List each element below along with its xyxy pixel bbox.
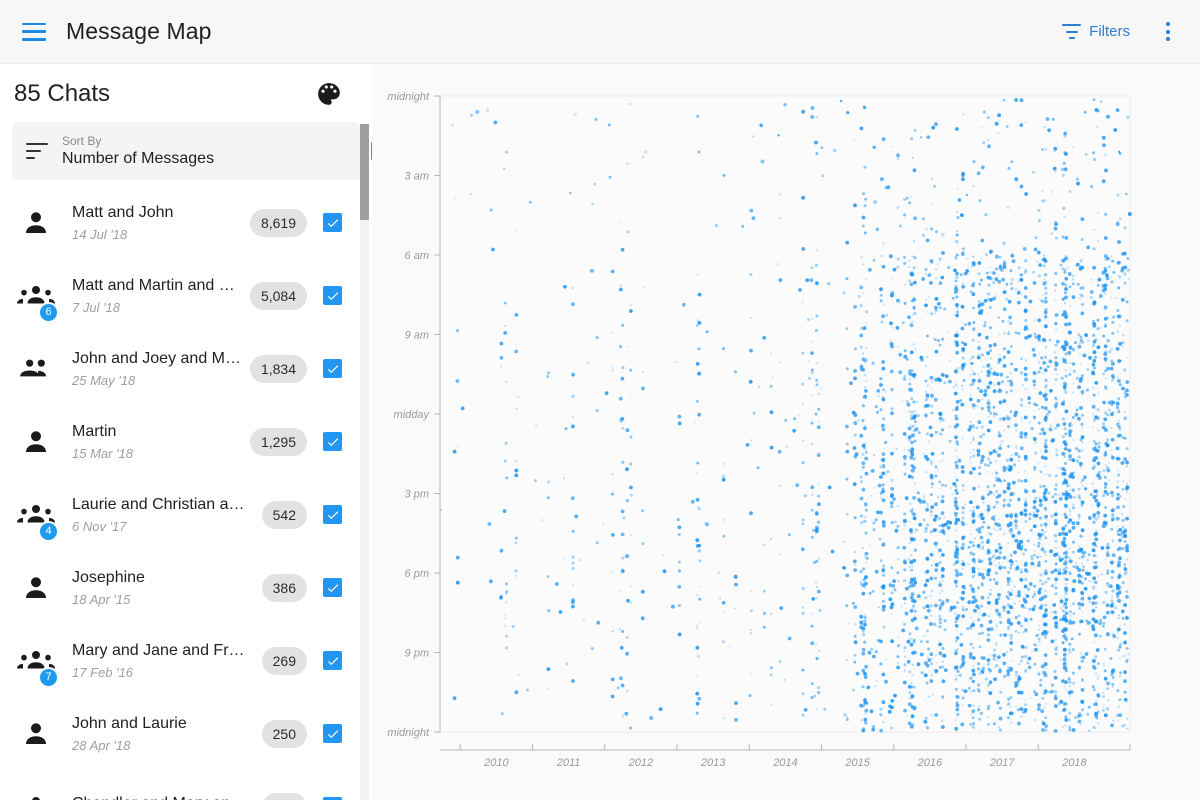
member-count-badge: 4 [38, 521, 59, 542]
member-count-badge: 6 [38, 302, 59, 323]
hamburger-icon[interactable] [22, 23, 46, 41]
group-icon [14, 345, 58, 393]
person-icon [14, 418, 58, 466]
chat-name: Chandler and Mary and… [72, 795, 248, 800]
palette-icon[interactable] [316, 81, 342, 107]
x-axis-tick-label: 2015 [844, 757, 870, 769]
group-icon [14, 783, 58, 800]
chat-date: 28 Apr '18 [72, 738, 262, 753]
chat-list-item[interactable]: John and Laurie 28 Apr '18250 [0, 697, 372, 770]
message-count-pill: 269 [262, 647, 307, 675]
chat-name: Laurie and Christian an… [72, 496, 248, 514]
group-icon: 4 [14, 491, 58, 539]
chat-date: 15 Mar '18 [72, 446, 250, 461]
chat-list-item[interactable]: Martin 15 Mar '181,295 [0, 405, 372, 478]
y-axis-tick-label: 9 pm [405, 648, 429, 660]
x-axis-tick-label: 2016 [917, 757, 943, 769]
person-icon [14, 710, 58, 758]
message-count-pill: 1,295 [250, 428, 307, 456]
app-body: 85 Chats Sort By Number of Messages [0, 64, 1200, 800]
message-map-app: Message Map Filters 85 Chats [0, 0, 1200, 800]
y-axis-tick-label: midnight [387, 727, 430, 739]
y-axis-tick-label: midday [394, 409, 431, 421]
message-count-pill: 8,619 [250, 209, 307, 237]
sort-by-control[interactable]: Sort By Number of Messages [12, 122, 360, 180]
chats-count-label: 85 Chats [14, 80, 110, 108]
message-count-pill: 5,084 [250, 282, 307, 310]
chat-name: Matt and John [72, 204, 248, 222]
funnel-icon [1062, 24, 1081, 39]
y-axis-tick-label: 6 pm [405, 568, 429, 580]
sidebar-scrollbar-thumb[interactable] [360, 124, 369, 220]
y-axis-tick-label: midnight [387, 91, 430, 103]
filters-label: Filters [1089, 23, 1130, 40]
y-axis-tick-label: 9 am [405, 330, 429, 342]
message-count-pill: 1,834 [250, 355, 307, 383]
sort-icon [26, 143, 48, 159]
sort-by-label: Sort By [62, 133, 214, 149]
chat-checkbox[interactable] [323, 213, 342, 232]
chat-checkbox[interactable] [323, 651, 342, 670]
chat-name: Matt and Martin and M… [72, 277, 248, 295]
chat-checkbox[interactable] [323, 578, 342, 597]
x-axis-tick-label: 2013 [700, 757, 726, 769]
chat-name: John and Laurie [72, 715, 248, 733]
person-icon [14, 199, 58, 247]
chat-name: Josephine [72, 569, 248, 587]
y-axis-tick-label: 3 am [405, 171, 429, 183]
chat-list[interactable]: Matt and John 14 Jul '188,619 6 Matt and Ma… [0, 180, 372, 800]
kebab-menu-icon[interactable] [1154, 18, 1182, 46]
message-count-pill: 386 [262, 574, 307, 602]
chat-name: John and Joey and Mo… [72, 350, 248, 368]
group-icon: 6 [14, 272, 58, 320]
person-icon [14, 564, 58, 612]
x-axis-tick-label: 2010 [483, 757, 509, 769]
x-axis-tick-label: 2018 [1061, 757, 1087, 769]
x-axis-tick-label: 2011 [556, 757, 581, 769]
chat-checkbox[interactable] [323, 286, 342, 305]
chat-name: Mary and Jane and Fra… [72, 642, 248, 660]
message-count-pill: 250 [262, 720, 307, 748]
chat-checkbox[interactable] [323, 505, 342, 524]
chat-checkbox[interactable] [323, 724, 342, 743]
chat-date: 14 Jul '18 [72, 227, 250, 242]
chat-list-item[interactable]: John and Joey and Mo… 25 May '181,834 [0, 332, 372, 405]
sort-by-value: Number of Messages [62, 149, 214, 169]
sidebar-scrollbar-track[interactable] [360, 124, 369, 800]
page-title: Message Map [66, 18, 212, 45]
app-header: Message Map Filters [0, 0, 1200, 64]
chat-name: Martin [72, 423, 248, 441]
chat-date: 25 May '18 [72, 373, 250, 388]
chat-list-item[interactable]: Chandler and Mary and… 214 [0, 770, 372, 800]
y-axis-tick-label: 6 am [405, 250, 429, 262]
group-icon: 7 [14, 637, 58, 685]
member-count-badge: 7 [38, 667, 59, 688]
x-axis-tick-label: 2014 [772, 757, 797, 769]
chat-list-item[interactable]: Matt and John 14 Jul '188,619 [0, 186, 372, 259]
y-axis-tick-label: 3 pm [405, 489, 429, 501]
chat-date: 7 Jul '18 [72, 300, 250, 315]
chat-list-item[interactable]: 6 Matt and Martin and M… 7 Jul '185,084 [0, 259, 372, 332]
message-scatter-chart[interactable]: midnight 3 am 6 am 9 am midday 3 pm 6 pm 9 pm mi… [372, 64, 1200, 800]
sidebar-header: 85 Chats [0, 64, 372, 118]
scatter-plot-svg: midnight 3 am 6 am 9 am midday 3 pm 6 pm 9 pm mi… [372, 64, 1200, 800]
filters-button[interactable]: Filters [1054, 17, 1138, 46]
x-axis-tick-label: 2017 [989, 757, 1015, 769]
chat-checkbox[interactable] [323, 359, 342, 378]
chat-list-item[interactable]: 4 Laurie and Christian an… 6 Nov '17542 [0, 478, 372, 551]
chat-checkbox[interactable] [323, 432, 342, 451]
x-axis-tick-label: 2012 [628, 757, 653, 769]
chat-sidebar: 85 Chats Sort By Number of Messages [0, 64, 372, 800]
message-count-pill: 542 [262, 501, 307, 529]
chat-date: 6 Nov '17 [72, 519, 262, 534]
chat-list-item[interactable]: Josephine 18 Apr '15386 [0, 551, 372, 624]
chat-list-item[interactable]: 7 Mary and Jane and Fra… 17 Feb '16269 [0, 624, 372, 697]
message-count-pill: 214 [262, 793, 307, 800]
chat-date: 17 Feb '16 [72, 665, 262, 680]
chat-date: 18 Apr '15 [72, 592, 262, 607]
